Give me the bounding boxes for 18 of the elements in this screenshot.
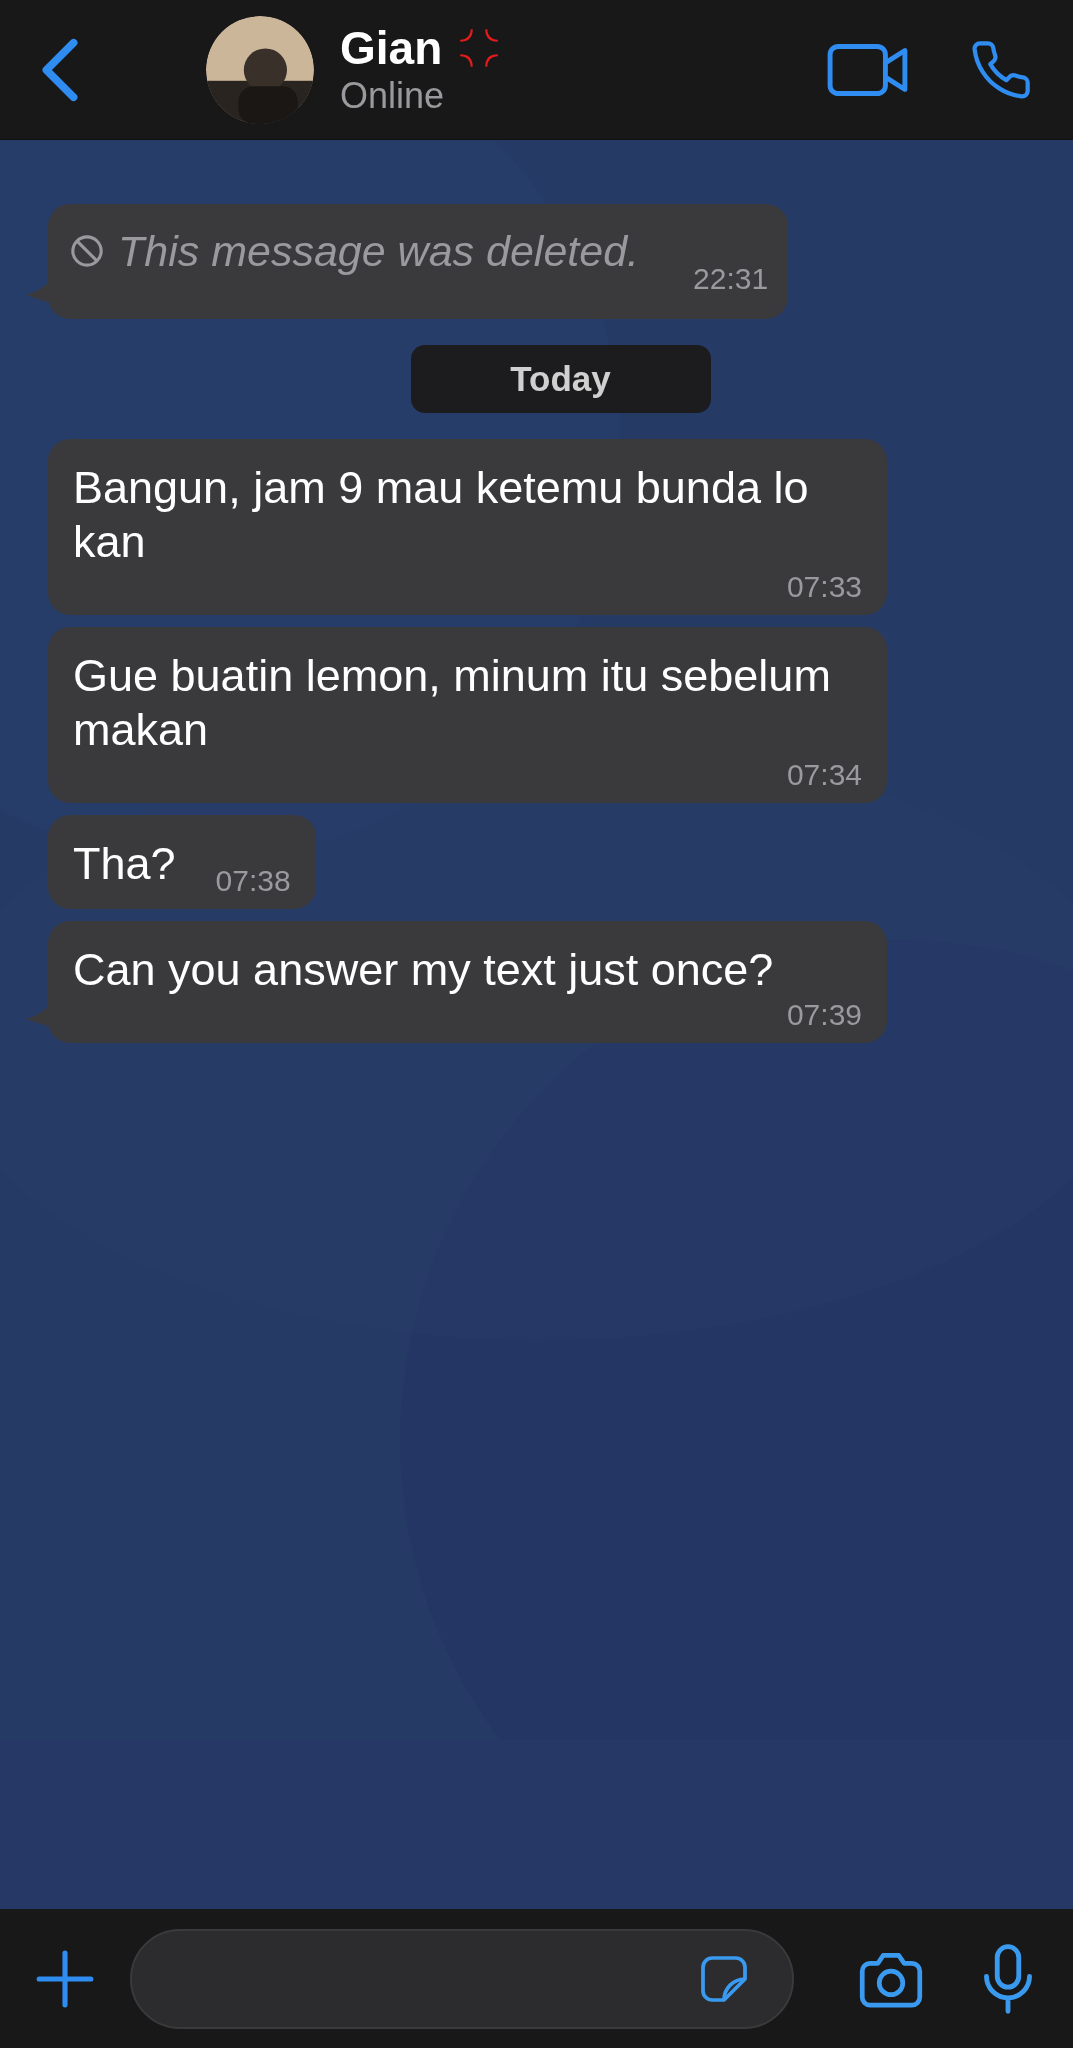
back-icon[interactable] <box>40 36 80 103</box>
message-time: 22:31 <box>693 261 769 297</box>
contact-status: Online <box>340 73 446 118</box>
date-label: Today <box>410 345 711 413</box>
message-time: 07:33 <box>785 569 862 605</box>
message-text: Bangun, jam 9 mau ketemu bunda lo kan <box>73 461 810 569</box>
message-time: 07:34 <box>785 757 862 793</box>
message-time: 07:38 <box>214 863 291 899</box>
message-text: Tha? <box>73 837 176 891</box>
microphone-icon[interactable] <box>983 1943 1033 2014</box>
deleted-message-text: This message was deleted. <box>118 226 640 276</box>
message-text: Gue buatin lemon, minum itu sebelum makan <box>73 649 832 757</box>
prohibited-icon <box>70 234 104 268</box>
video-call-icon[interactable] <box>827 41 909 98</box>
avatar[interactable] <box>206 15 314 124</box>
message-time: 07:39 <box>785 997 862 1033</box>
message-text: Can you answer my text just once? <box>73 943 774 997</box>
contact-name: Gian <box>340 21 443 74</box>
